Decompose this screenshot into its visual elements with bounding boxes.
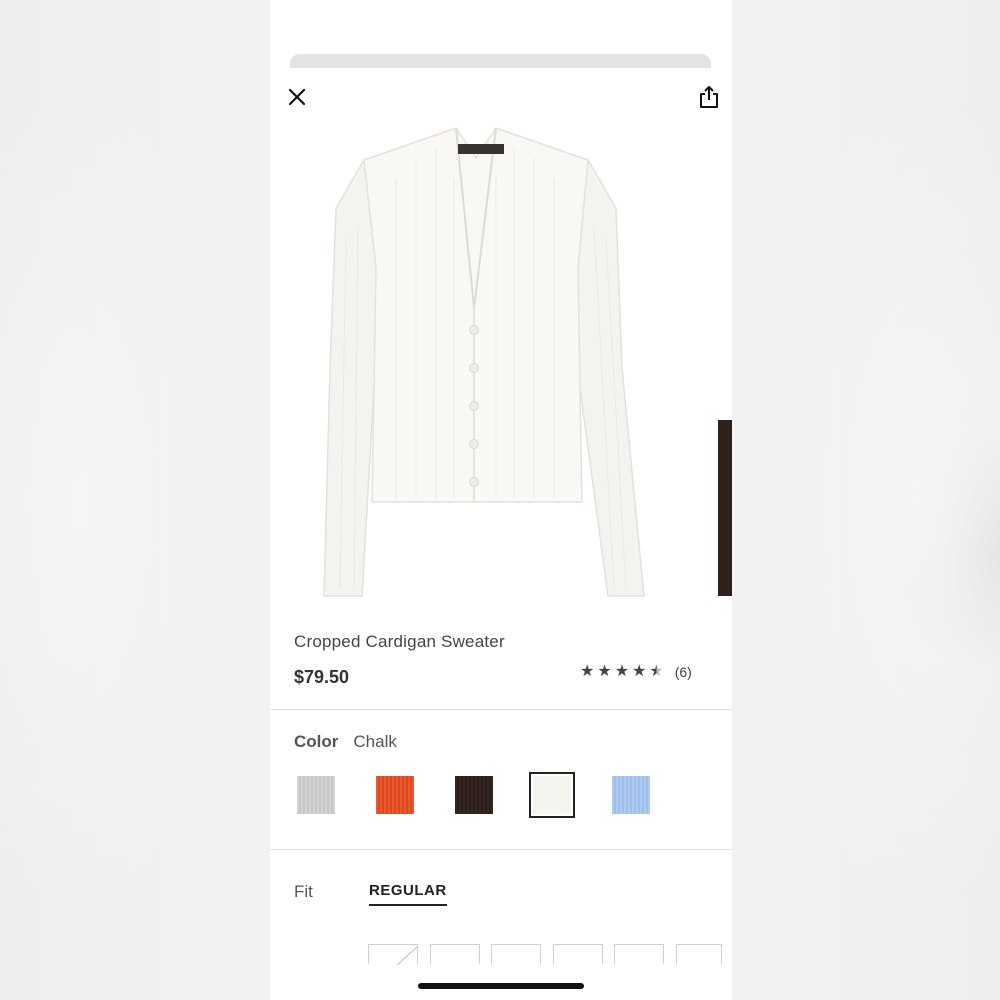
share-icon [700, 86, 718, 108]
star-icon: ★ [632, 663, 647, 680]
product-price: $79.50 [294, 667, 350, 687]
product-sheet: Cropped Cardigan Sweater $79.50 ★ ★ ★ ★ … [270, 0, 732, 1000]
selected-color-name: Chalk [353, 732, 397, 751]
fit-label: Fit [294, 882, 313, 901]
next-image-peek[interactable] [718, 420, 732, 596]
size-option[interactable] [614, 944, 664, 964]
half-star-icon: ★ [649, 663, 664, 680]
swatch-fill [455, 776, 493, 814]
swatch-fill [612, 776, 650, 814]
review-count[interactable]: (6) [675, 664, 692, 680]
size-option[interactable] [491, 944, 541, 964]
close-icon [288, 88, 306, 106]
color-swatch-light-blue[interactable] [608, 772, 654, 818]
swatch-fill [376, 776, 414, 814]
color-swatch-gray[interactable] [293, 772, 339, 818]
divider [270, 709, 732, 710]
color-row: Color Chalk [294, 732, 397, 752]
share-button[interactable] [696, 84, 722, 110]
product-rating[interactable]: ★ ★ ★ ★ ★ (6) [580, 664, 692, 681]
star-icon: ★ [614, 663, 630, 680]
close-button[interactable] [284, 84, 310, 110]
product-title: Cropped Cardigan Sweater [294, 632, 505, 651]
unavailable-slash [396, 946, 418, 966]
star-icon: ★ [597, 663, 612, 680]
size-option[interactable] [553, 944, 603, 964]
product-image[interactable] [296, 118, 656, 603]
home-indicator[interactable] [418, 983, 584, 989]
divider [270, 849, 732, 850]
color-swatch-chalk[interactable] [529, 772, 575, 818]
rating-stars: ★ ★ ★ ★ ★ [580, 664, 664, 680]
color-swatch-orange[interactable] [372, 772, 418, 818]
color-label: Color [294, 732, 339, 751]
swatch-fill [297, 776, 335, 814]
size-option[interactable] [430, 944, 480, 964]
color-swatch-brown[interactable] [451, 772, 497, 818]
swatch-fill [533, 776, 571, 814]
sheet-handle[interactable] [290, 54, 711, 68]
size-option[interactable] [368, 944, 418, 966]
size-option[interactable] [676, 944, 722, 964]
star-icon: ★ [580, 663, 595, 680]
fit-tab-regular[interactable]: REGULAR [369, 882, 447, 906]
